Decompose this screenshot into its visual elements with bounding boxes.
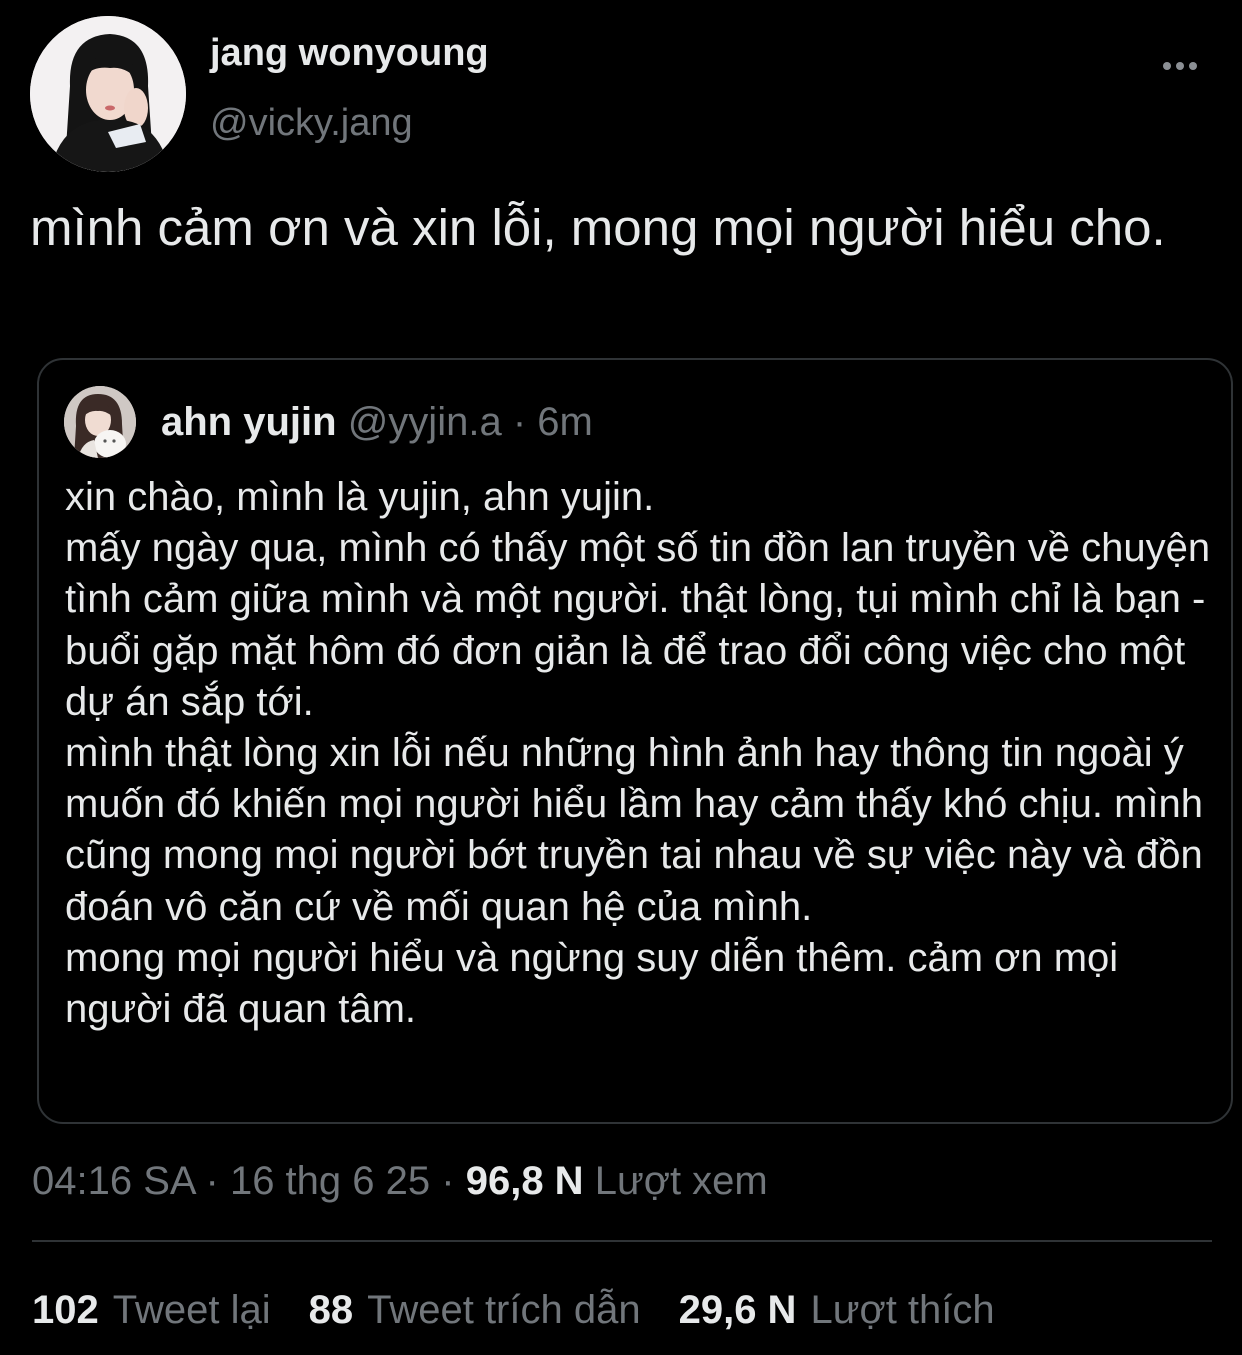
quote-tweets-count: 88 (308, 1288, 354, 1332)
more-horizontal-icon-dot-3 (1189, 62, 1197, 70)
likes-label: Lượt thích (810, 1288, 995, 1332)
author-display-name[interactable]: jang wonyoung (210, 30, 489, 76)
retweets-stat[interactable]: 102 Tweet lại (32, 1285, 271, 1335)
divider (32, 1240, 1212, 1242)
engagement-stats: 102 Tweet lại 88 Tweet trích dẫn 29,6 N Lượ… (32, 1285, 1033, 1335)
retweets-count: 102 (32, 1288, 99, 1332)
quoted-author-avatar-image (64, 386, 136, 458)
quote-tweets-label: Tweet trích dẫn (367, 1288, 641, 1332)
quoted-tweet-time[interactable]: 6m (537, 400, 593, 444)
views-label: Lượt xem (594, 1159, 768, 1203)
retweets-label: Tweet lại (112, 1288, 271, 1332)
quoted-header-separator: · (512, 400, 527, 444)
quoted-author-avatar[interactable] (64, 386, 136, 458)
views-count: 96,8 N (465, 1159, 584, 1203)
quoted-tweet-card[interactable]: ahn yujin @yyjin.a · 6m xin chào, mình l… (37, 358, 1233, 1124)
meta-separator-1: · (205, 1159, 219, 1203)
more-horizontal-icon (1163, 62, 1171, 70)
quoted-author-handle[interactable]: @yyjin.a (348, 400, 502, 444)
author-avatar[interactable] (30, 16, 186, 172)
tweet-time[interactable]: 04:16 SA (32, 1159, 194, 1203)
likes-count: 29,6 N (678, 1288, 797, 1332)
tweet-metadata: 04:16 SA · 16 thg 6 25 · 96,8 N Lượt xem (32, 1156, 768, 1206)
author-handle[interactable]: @vicky.jang (210, 100, 413, 146)
tweet-text: mình cảm ơn và xin lỗi, mong mọi người h… (30, 199, 1166, 256)
tweet-date[interactable]: 16 thg 6 25 (230, 1159, 430, 1203)
quoted-tweet-text: xin chào, mình là yujin, ahn yujin. mấy … (65, 475, 1211, 1032)
meta-separator-2: · (441, 1159, 455, 1203)
more-horizontal-icon-dot-2 (1176, 62, 1184, 70)
author-avatar-image (30, 16, 186, 172)
quoted-author-display-name[interactable]: ahn yujin (161, 400, 337, 444)
more-options-button[interactable] (1150, 48, 1210, 84)
quote-tweets-stat[interactable]: 88 Tweet trích dẫn (309, 1285, 641, 1335)
quoted-tweet-header: ahn yujin @yyjin.a · 6m (161, 398, 593, 446)
likes-stat[interactable]: 29,6 N Lượt thích (679, 1285, 995, 1335)
